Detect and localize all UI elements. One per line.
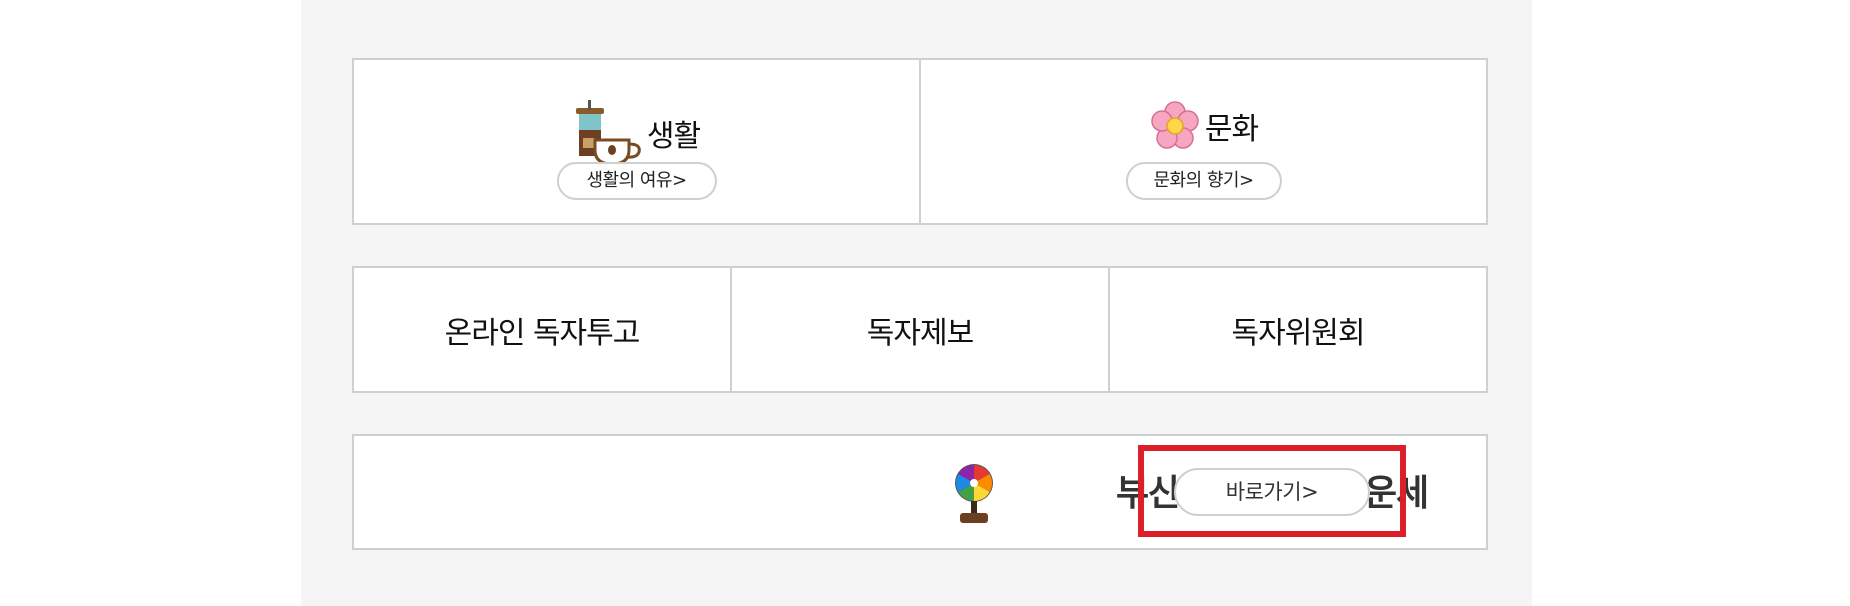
life-section: 생활 생활의 여유> xyxy=(354,60,919,223)
fortune-wheel-icon xyxy=(955,464,993,523)
culture-title: 문화 xyxy=(1204,112,1259,147)
reader-committee-link[interactable]: 독자위원회 xyxy=(1108,268,1486,391)
flower-icon xyxy=(1151,101,1199,149)
life-link-button[interactable]: 생활의 여유> xyxy=(556,162,717,200)
life-header: 생활 xyxy=(354,100,919,166)
reader-links-box: 온라인 독자투고 독자제보 독자위원회 xyxy=(352,266,1488,393)
culture-section: 문화 문화의 향기> xyxy=(919,60,1486,223)
culture-header: 문화 xyxy=(921,100,1486,152)
reader-report-link[interactable]: 독자제보 xyxy=(730,268,1108,391)
culture-link-button[interactable]: 문화의 향기> xyxy=(1125,162,1282,200)
online-reader-submission-link[interactable]: 온라인 독자투고 xyxy=(354,268,730,391)
coffee-icon xyxy=(575,100,641,166)
life-title: 생활 xyxy=(646,119,701,154)
highlight-box xyxy=(1138,445,1406,537)
category-box: 생활 생활의 여유> 문화 문화의 향기> xyxy=(352,58,1488,225)
